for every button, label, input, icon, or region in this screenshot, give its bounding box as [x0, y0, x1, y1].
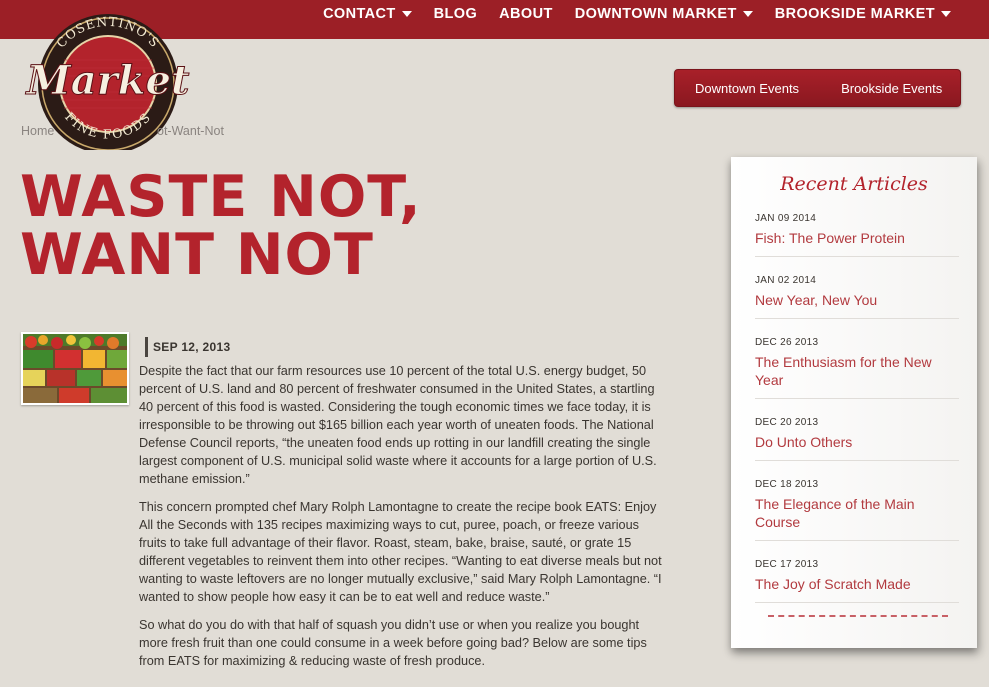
recent-article-link[interactable]: New Year, New You [755, 291, 959, 309]
recent-article-link[interactable]: Do Unto Others [755, 433, 959, 451]
recent-article-date: DEC 18 2013 [755, 479, 819, 490]
article-body: Despite the fact that our farm resources… [139, 362, 662, 680]
recent-article-date: JAN 02 2014 [755, 275, 817, 286]
nav-brookside-market-label: BROOKSIDE MARKET [774, 5, 935, 22]
nav-brookside-market[interactable]: BROOKSIDE MARKET [775, 6, 951, 22]
list-item: JAN 09 2014 Fish: The Power Protein [755, 213, 959, 257]
article-paragraph: Despite the fact that our farm resources… [139, 364, 657, 486]
page-title: WASTE NOT, WANT NOT [20, 168, 540, 284]
list-item: DEC 17 2013 The Joy of Scratch Made [755, 559, 959, 603]
downtown-events-button[interactable]: Downtown Events [695, 81, 799, 96]
nav-contact-label: CONTACT [323, 5, 396, 22]
page-title-line1: WASTE NOT, [20, 164, 422, 230]
main-nav: CONTACT BLOG ABOUT DOWNTOWN MARKET BROOK… [301, 0, 951, 27]
recent-article-link[interactable]: The Enthusiasm for the New Year [755, 353, 959, 389]
sidebar-divider [768, 615, 948, 617]
nav-downtown-market[interactable]: DOWNTOWN MARKET [575, 6, 753, 22]
nav-about[interactable]: ABOUT [499, 6, 553, 22]
nav-blog-label: BLOG [433, 5, 478, 22]
list-item: DEC 20 2013 Do Unto Others [755, 417, 959, 461]
breadcrumb-current: ot-Want-Not [157, 124, 224, 138]
chevron-down-icon [941, 10, 951, 17]
chevron-down-icon [401, 10, 412, 17]
breadcrumb: Home ot-Want-Not [21, 124, 224, 138]
nav-downtown-market-label: DOWNTOWN MARKET [574, 5, 737, 22]
recent-article-date: DEC 26 2013 [755, 337, 819, 348]
list-item: DEC 18 2013 The Elegance of the Main Cou… [755, 479, 959, 541]
nav-blog[interactable]: BLOG [434, 6, 478, 22]
recent-article-link[interactable]: The Joy of Scratch Made [755, 575, 959, 593]
brookside-events-button[interactable]: Brookside Events [841, 81, 942, 96]
breadcrumb-home[interactable]: Home [21, 124, 54, 138]
article-paragraph: So what do you do with that half of squa… [139, 618, 647, 668]
nav-contact[interactable]: CONTACT [323, 6, 412, 22]
page-title-line2: WANT NOT [20, 222, 374, 288]
article-paragraph: This concern prompted chef Mary Rolph La… [139, 500, 662, 604]
recent-article-link[interactable]: The Elegance of the Main Course [755, 495, 959, 531]
recent-article-date: DEC 17 2013 [755, 559, 819, 570]
sidebar-title: Recent Articles [780, 173, 928, 195]
recent-article-link[interactable]: Fish: The Power Protein [755, 229, 959, 247]
list-item: JAN 02 2014 New Year, New You [755, 275, 959, 319]
list-item: DEC 26 2013 The Enthusiasm for the New Y… [755, 337, 959, 399]
produce-image [23, 334, 127, 403]
svg-text:Market: Market [25, 57, 190, 104]
recent-article-date: DEC 20 2013 [755, 417, 819, 428]
post-date: SEP 12, 2013 [145, 337, 230, 357]
article-thumbnail [21, 332, 129, 405]
event-buttons: Downtown Events Brookside Events [674, 69, 961, 107]
chevron-down-icon [742, 10, 753, 17]
nav-about-label: ABOUT [499, 5, 553, 22]
recent-articles-sidebar: Recent Articles JAN 09 2014 Fish: The Po… [731, 157, 977, 648]
recent-article-date: JAN 09 2014 [755, 213, 817, 224]
